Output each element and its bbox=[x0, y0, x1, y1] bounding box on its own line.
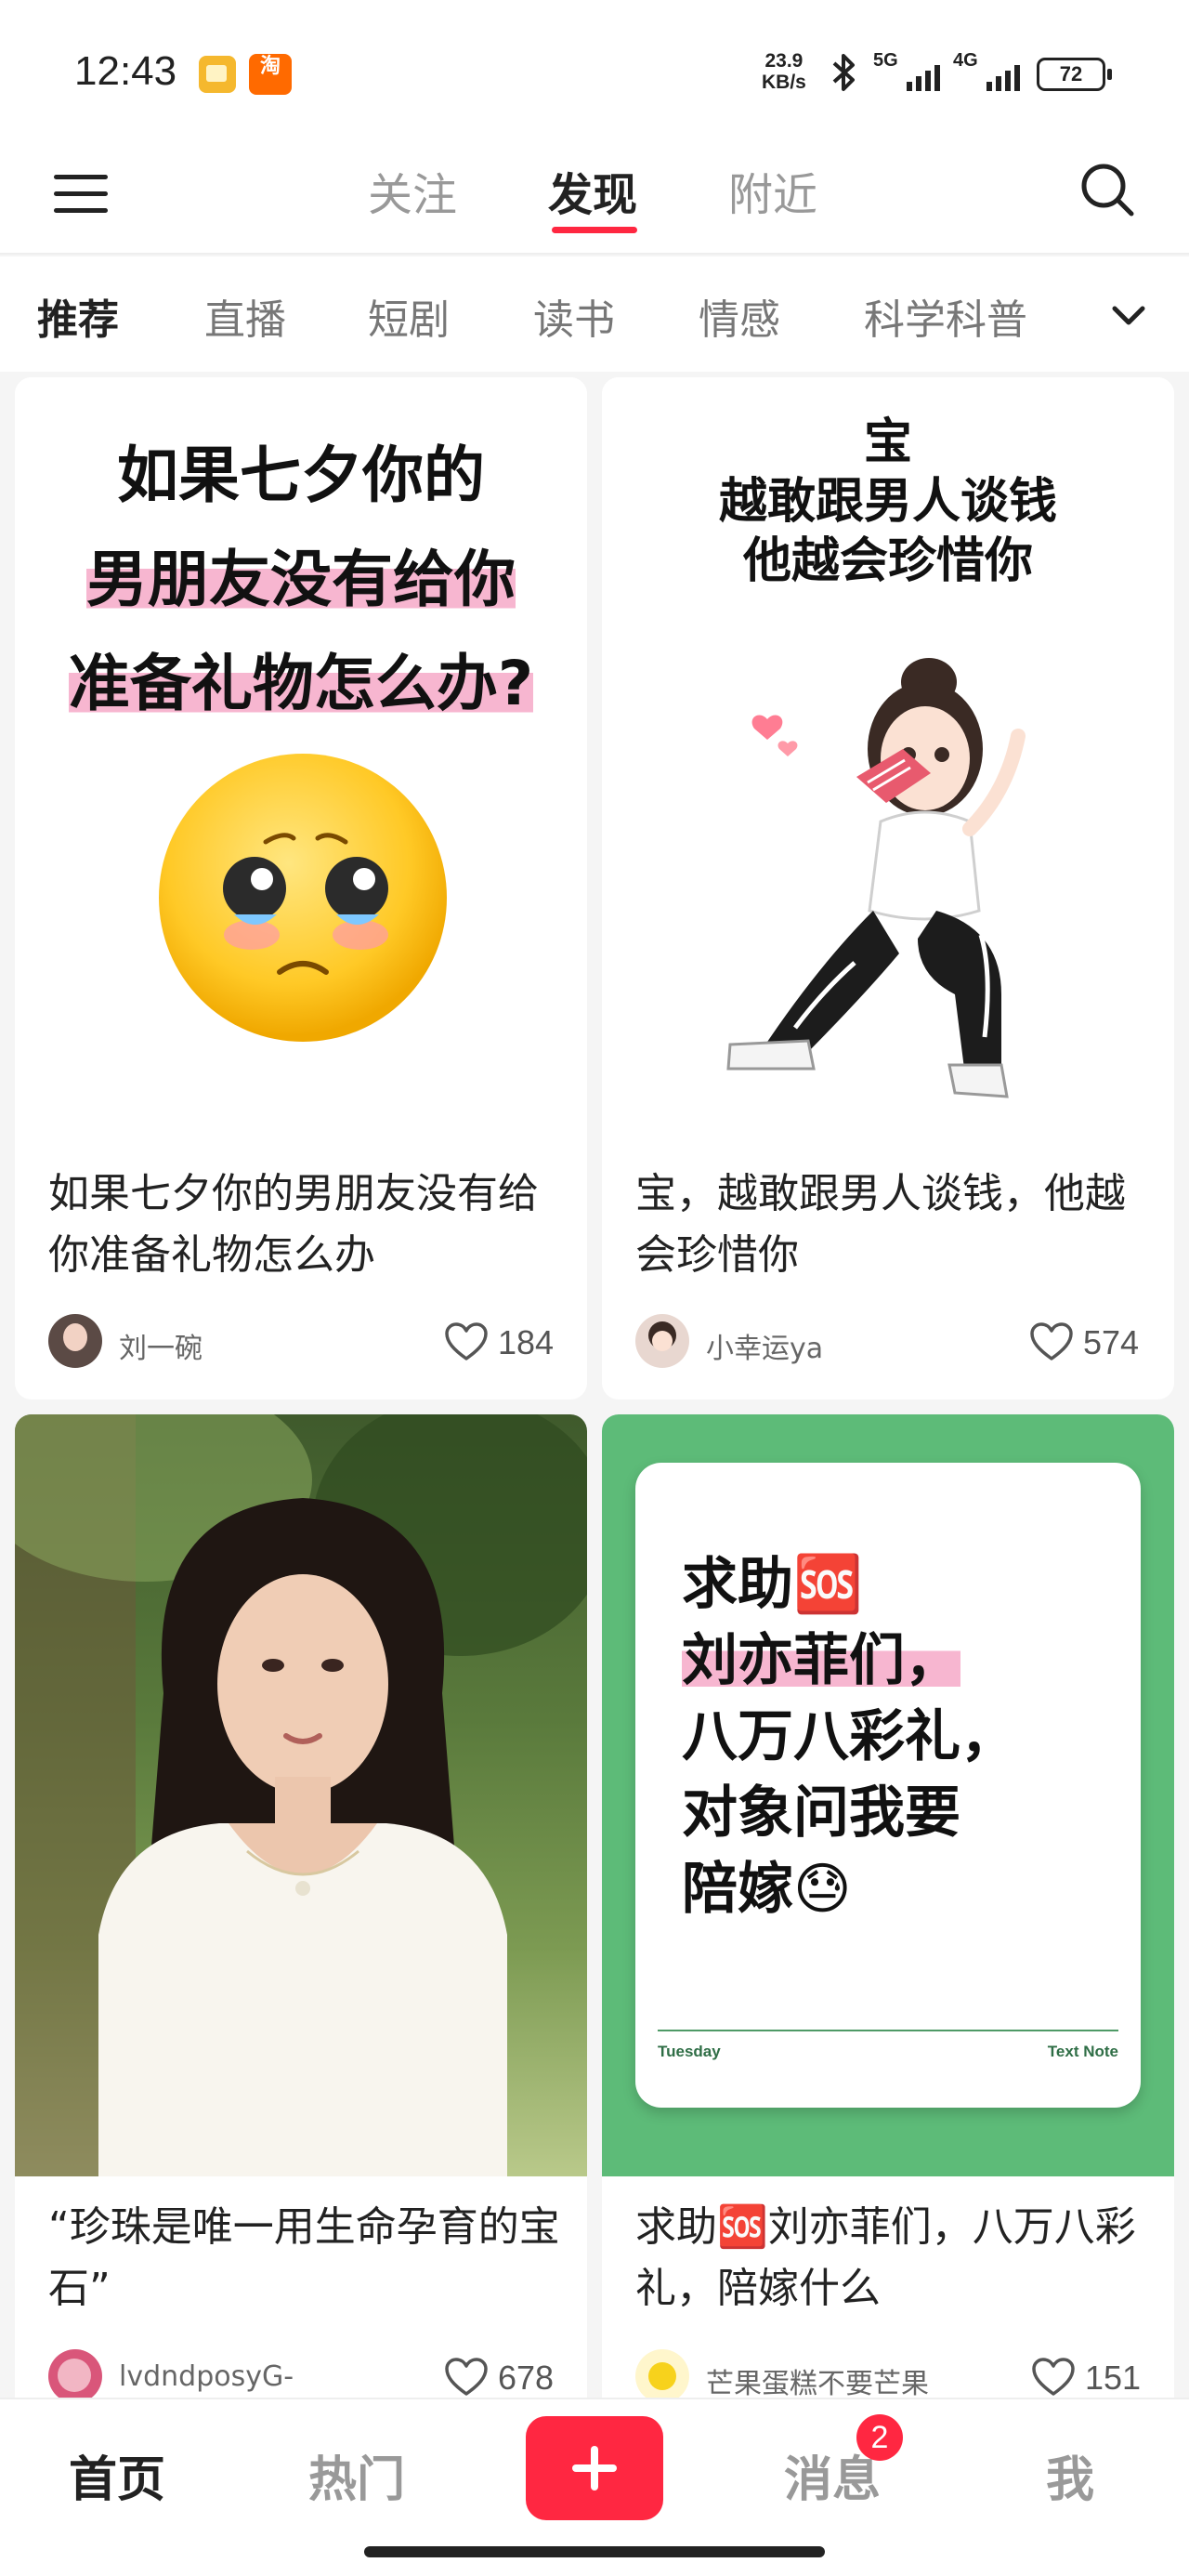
search-icon[interactable] bbox=[1078, 160, 1137, 219]
card-title[interactable]: 如果七夕你的男朋友没有给你准备礼物怎么办 bbox=[48, 1163, 568, 1286]
like-count: 574 bbox=[1083, 1323, 1140, 1361]
heart-icon[interactable] bbox=[1029, 1321, 1074, 1362]
channel-reading[interactable]: 读书 bbox=[533, 286, 615, 346]
status-time: 12:43 bbox=[74, 48, 177, 94]
feed-card[interactable]: 求助🆘 刘亦菲们， 八万八彩礼， 对象问我要 陪嫁😓 Tuesday Text … bbox=[602, 1414, 1174, 2398]
channel-science[interactable]: 科学科普 bbox=[864, 286, 1027, 346]
avatar[interactable] bbox=[48, 2349, 102, 2398]
tab-nearby[interactable]: 附近 bbox=[728, 158, 817, 223]
author-name[interactable]: 小幸运ya bbox=[706, 1325, 823, 1366]
card-cover[interactable]: 求助🆘 刘亦菲们， 八万八彩礼， 对象问我要 陪嫁😓 Tuesday Text … bbox=[602, 1414, 1174, 2176]
text-note-panel: 求助🆘 刘亦菲们， 八万八彩礼， 对象问我要 陪嫁😓 Tuesday Text … bbox=[635, 1463, 1141, 2108]
channel-row: 推荐 直播 短剧 读书 情感 科学科普 bbox=[0, 256, 1189, 372]
card-title[interactable]: 宝，越敢跟男人谈钱，他越会珍惜你 bbox=[635, 1163, 1156, 1286]
battery-icon: 72 bbox=[1037, 58, 1112, 91]
note-line: 陪嫁😓 bbox=[682, 1857, 852, 1922]
like-count: 151 bbox=[1085, 2359, 1142, 2397]
signal-5g-icon: 5G bbox=[873, 50, 947, 91]
card-cover[interactable] bbox=[15, 1414, 587, 2176]
messages-badge: 2 bbox=[856, 2414, 903, 2461]
channel-live[interactable]: 直播 bbox=[204, 286, 286, 346]
publish-plus-button[interactable] bbox=[526, 2416, 663, 2520]
note-line: 刘亦菲们， bbox=[682, 1623, 1118, 1699]
card-title[interactable]: “珍珠是唯一用生命孕育的宝石” bbox=[48, 2197, 568, 2320]
cover-line: 男朋友没有给你 bbox=[15, 528, 587, 632]
crying-emoji-icon bbox=[154, 749, 451, 1046]
feed-card[interactable]: 宝 越敢跟男人谈钱 他越会珍惜你 宝，越敢跟男人谈钱，他越会珍惜你 小幸运ya … bbox=[602, 377, 1174, 1400]
avatar[interactable] bbox=[48, 1314, 102, 1368]
cover-line: 越敢跟男人谈钱 bbox=[718, 474, 1057, 530]
menu-icon[interactable] bbox=[54, 165, 110, 221]
avatar[interactable] bbox=[635, 1314, 689, 1368]
note-divider bbox=[658, 2030, 1118, 2031]
feed-card[interactable]: 如果七夕你的 男朋友没有给你 准备礼物怎么办? 如果七夕你的男朋友没有给你准备礼… bbox=[15, 377, 587, 1400]
cartoon-girl-illustration bbox=[658, 628, 1141, 1111]
note-line: 求助🆘 bbox=[682, 1552, 863, 1617]
cover-line: 准备礼物怎么办? bbox=[15, 632, 587, 736]
network-speed-unit: KB/s bbox=[762, 72, 806, 93]
top-nav: 关注 发现 附近 bbox=[0, 139, 1189, 255]
heart-icon[interactable] bbox=[444, 2357, 489, 2398]
author-name[interactable]: lvdndposyG- bbox=[119, 2360, 294, 2393]
author-name[interactable]: 芒果蛋糕不要芒果 bbox=[706, 2360, 929, 2398]
author-name[interactable]: 刘一碗 bbox=[119, 1325, 203, 1366]
cover-line-highlight: 男朋友没有给你 bbox=[86, 544, 516, 615]
card-cover[interactable]: 如果七夕你的 男朋友没有给你 准备礼物怎么办? bbox=[15, 377, 587, 1143]
channel-emotion[interactable]: 情感 bbox=[699, 286, 780, 346]
heart-icon[interactable] bbox=[1031, 2357, 1076, 2398]
like-count: 678 bbox=[498, 2359, 555, 2397]
channel-recommend[interactable]: 推荐 bbox=[37, 286, 119, 346]
note-line: 八万八彩礼， bbox=[682, 1704, 1016, 1769]
like-count: 184 bbox=[498, 1323, 555, 1361]
note-text: 求助🆘 刘亦菲们， 八万八彩礼， 对象问我要 陪嫁😓 bbox=[682, 1546, 1118, 1927]
note-day: Tuesday bbox=[658, 2043, 721, 2060]
home-indicator[interactable] bbox=[364, 2546, 825, 2557]
avatar[interactable] bbox=[635, 2349, 689, 2398]
note-line: 对象问我要 bbox=[682, 1781, 960, 1846]
cover-line-highlight: 准备礼物怎么办? bbox=[68, 648, 534, 719]
tab-follow[interactable]: 关注 bbox=[368, 158, 457, 223]
tab-hot[interactable]: 热门 bbox=[308, 2440, 405, 2510]
card-title[interactable]: 求助🆘刘亦菲们，八万八彩礼，陪嫁什么 bbox=[635, 2197, 1156, 2320]
cover-line: 宝 bbox=[863, 414, 912, 470]
signal-4g-icon: 4G bbox=[953, 50, 1027, 91]
status-bar: 12:43 淘 23.9 KB/s 5G 4G 72 bbox=[0, 0, 1189, 139]
signal-5g-label: 5G bbox=[873, 50, 898, 71]
heart-icon[interactable] bbox=[444, 1321, 489, 1362]
bottom-tab-bar: 首页 热门 消息 2 我 bbox=[0, 2398, 1189, 2576]
note-app-label: Text Note bbox=[1047, 2043, 1118, 2060]
active-tab-indicator bbox=[552, 227, 637, 233]
chevron-down-icon[interactable] bbox=[1105, 292, 1152, 338]
tab-home[interactable]: 首页 bbox=[69, 2440, 165, 2510]
signal-4g-label: 4G bbox=[953, 50, 978, 71]
channel-short-drama[interactable]: 短剧 bbox=[368, 286, 450, 346]
taobao-app-icon: 淘 bbox=[249, 54, 292, 95]
network-speed: 23.9 KB/s bbox=[762, 50, 806, 93]
cover-headline: 如果七夕你的 男朋友没有给你 准备礼物怎么办? bbox=[15, 424, 587, 736]
feed-card[interactable]: “珍珠是唯一用生命孕育的宝石” lvdndposyG- 678 bbox=[15, 1414, 587, 2398]
network-speed-value: 23.9 bbox=[764, 50, 804, 72]
feed: 如果七夕你的 男朋友没有给你 准备礼物怎么办? 如果七夕你的男朋友没有给你准备礼… bbox=[0, 372, 1189, 2398]
cover-line: 他越会珍惜你 bbox=[742, 533, 1033, 589]
card-cover[interactable]: 宝 越敢跟男人谈钱 他越会珍惜你 bbox=[602, 377, 1174, 1143]
cover-headline: 宝 越敢跟男人谈钱 他越会珍惜你 bbox=[602, 413, 1174, 591]
note-line-highlight: 刘亦菲们， bbox=[682, 1628, 960, 1693]
bluetooth-icon bbox=[829, 52, 860, 102]
photo-portrait bbox=[15, 1414, 587, 2176]
cover-line: 如果七夕你的 bbox=[117, 440, 485, 511]
notes-app-icon bbox=[199, 56, 236, 93]
tab-me[interactable]: 我 bbox=[1046, 2440, 1094, 2510]
tab-discover[interactable]: 发现 bbox=[548, 158, 637, 223]
